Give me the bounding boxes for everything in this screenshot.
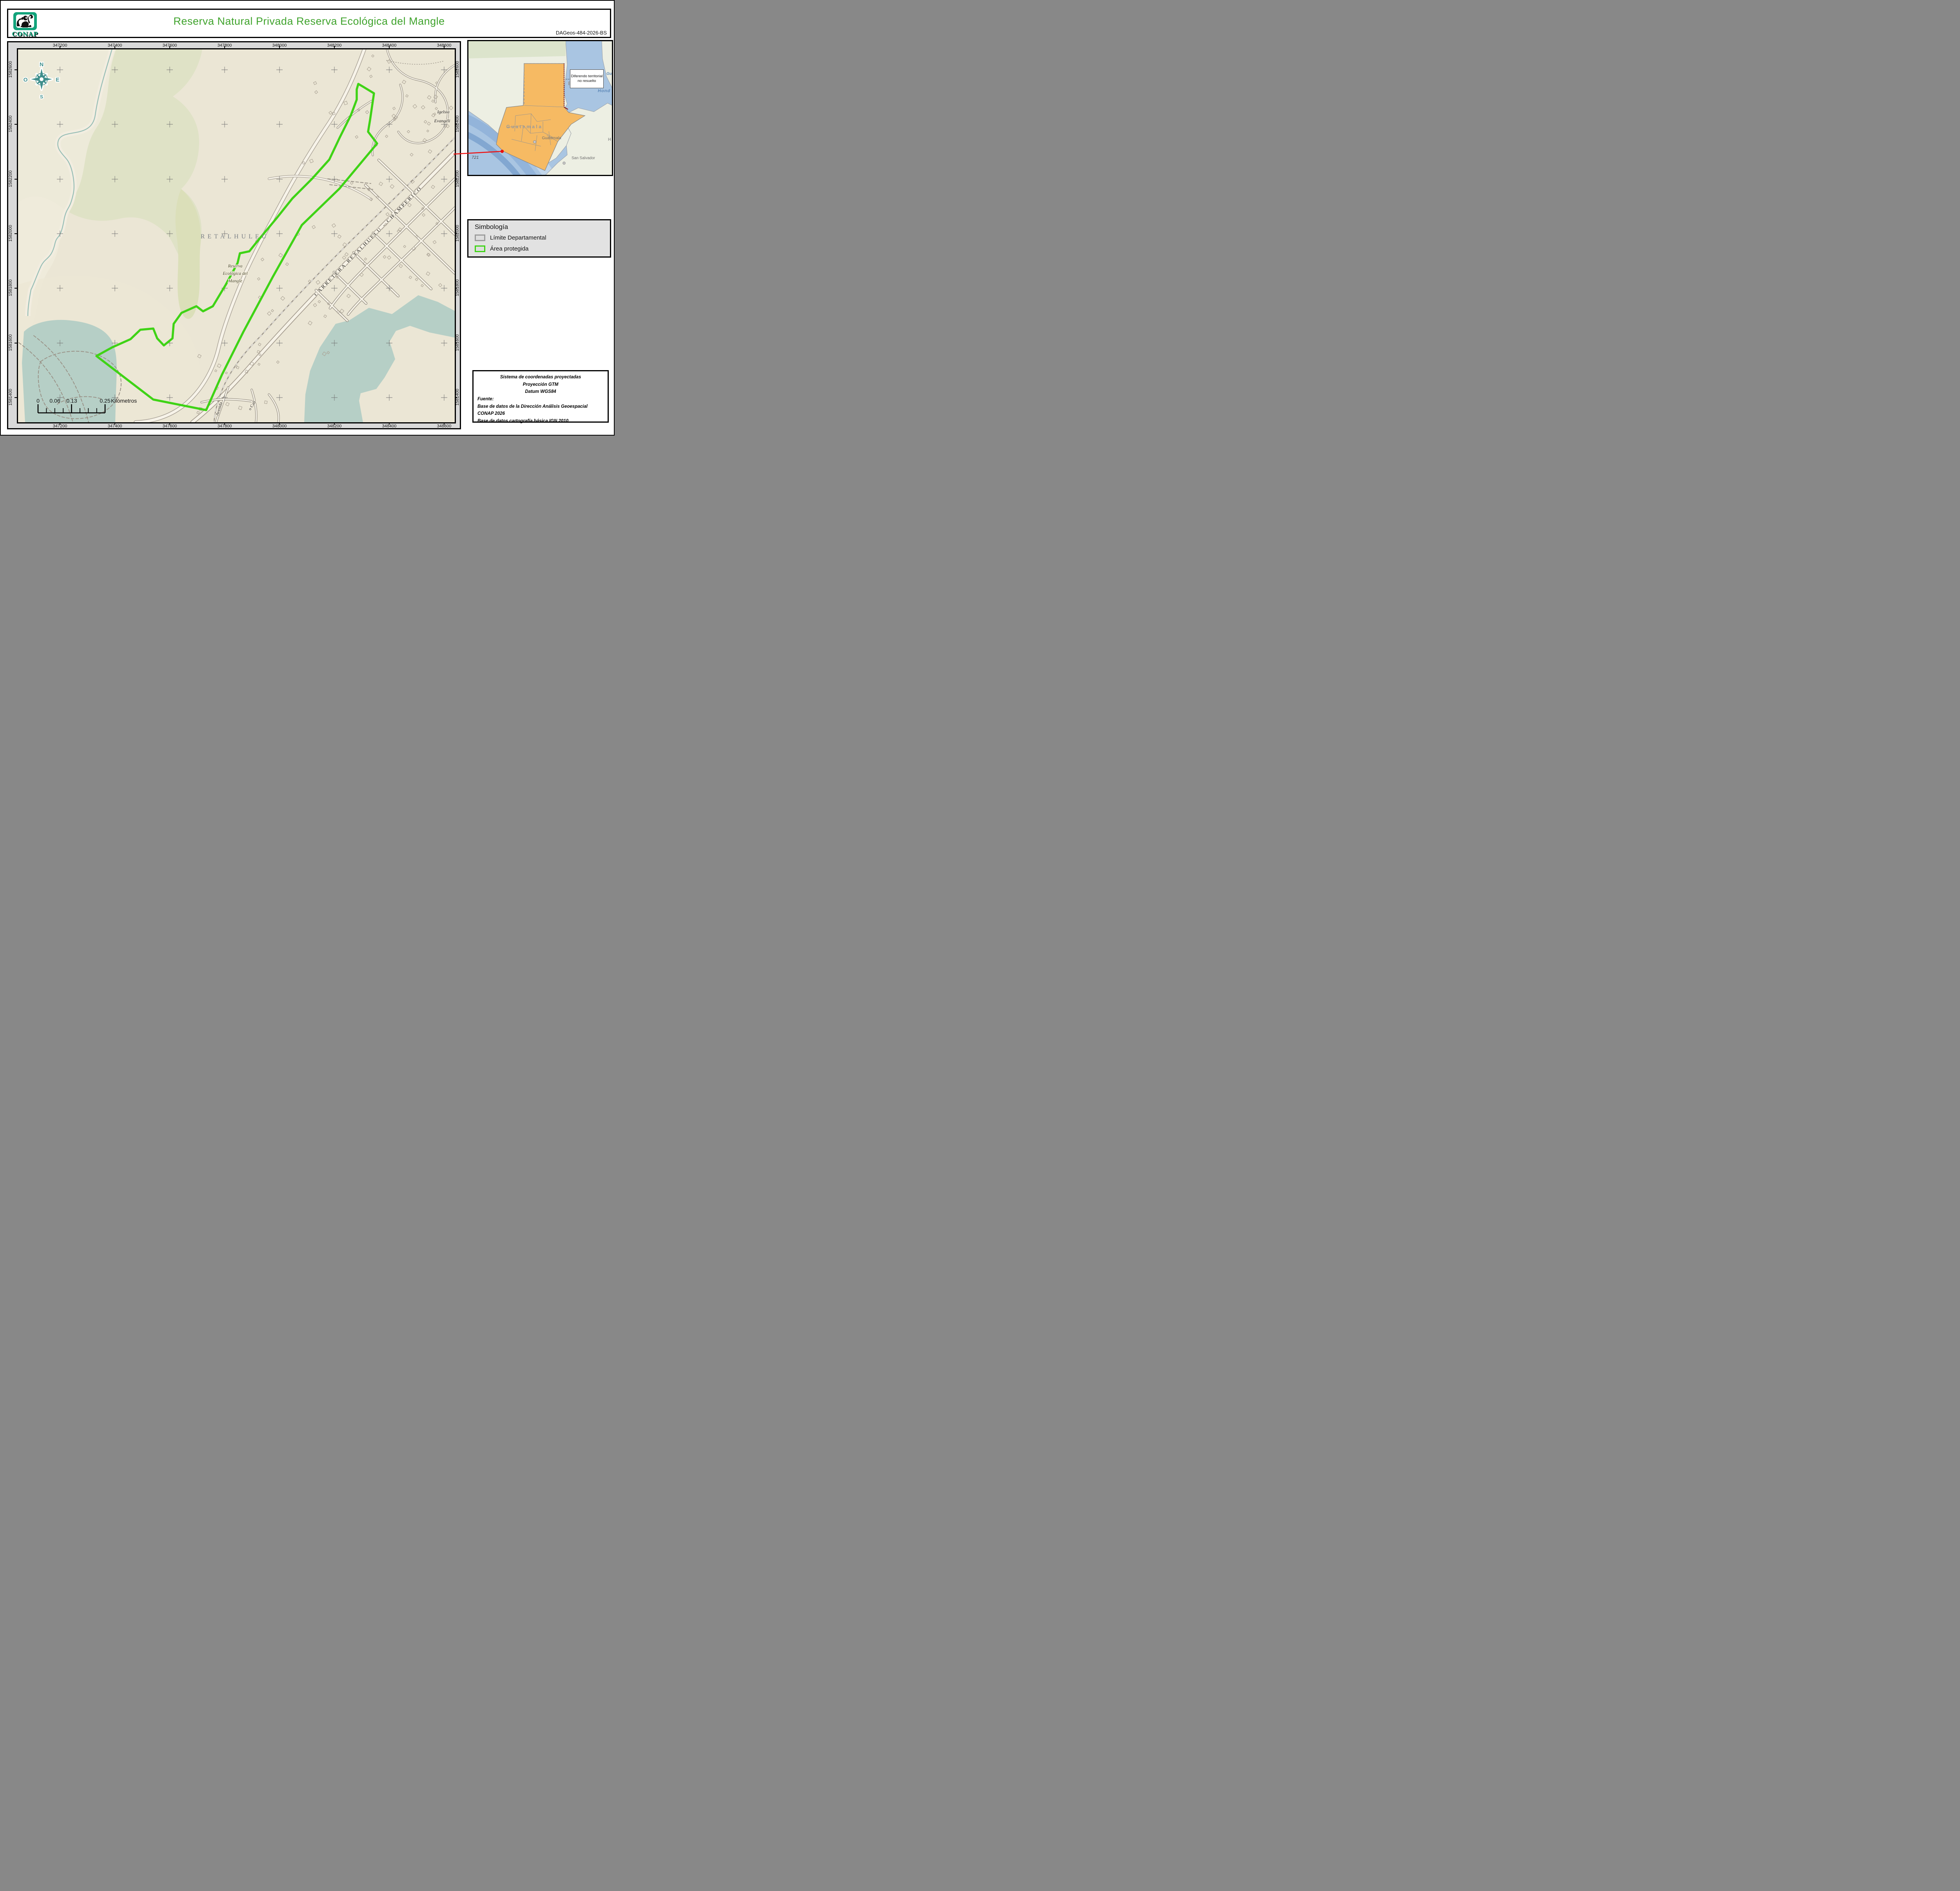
scale-tick-025: 0.25 xyxy=(100,398,110,404)
coordinate-tick xyxy=(389,46,390,48)
coordinate-tick xyxy=(444,422,445,425)
coordinate-tick xyxy=(169,46,170,48)
highway-label: CARRETERA RETALHUELU - CHAMPERICO xyxy=(313,185,423,297)
coordinate-tick xyxy=(455,179,457,180)
credits-box: Sistema de coordenadas proyectadas Proye… xyxy=(472,370,609,423)
territorial-dispute-note: Diferendo territorial no resuelto xyxy=(570,69,604,88)
reserve-label-line1: Reserva xyxy=(227,264,242,269)
y-axis-label-left: 1581600 xyxy=(8,333,13,352)
coordinate-tick xyxy=(15,233,17,234)
source-line-1: Base de datos de la Dirección Análisis G… xyxy=(477,403,604,411)
protected-area-swatch xyxy=(475,245,485,252)
map-frame: N S E O RETALHULEU Reserva Ecológica del… xyxy=(7,41,461,429)
scale-unit-label: Kilómetros xyxy=(111,398,137,404)
scale-tick-013: 0.13 xyxy=(66,398,77,404)
coordinate-tick xyxy=(15,179,17,180)
coordinate-tick xyxy=(169,422,170,425)
y-axis-label-left: 1581800 xyxy=(8,278,13,297)
main-map-canvas: N S E O RETALHULEU Reserva Ecológica del… xyxy=(18,49,455,422)
header: CONAP Reserva Natural Privada Reserva Ec… xyxy=(7,9,611,38)
legend-label-departmental: Límite Departamental xyxy=(490,234,546,241)
legend-item-protected: Área protegida xyxy=(475,245,528,252)
datum-line: Datum WGS84 xyxy=(477,388,604,396)
inset-map-canvas: Guatemala B Guatemala San Salvador Ho Gu… xyxy=(468,41,612,175)
compass-s-label: S xyxy=(40,94,43,100)
source-line-3: Base de datos cartografía básica IGN 201… xyxy=(477,418,604,425)
reserve-label-line2: Ecológica del xyxy=(222,271,248,276)
coordinate-tick xyxy=(455,124,457,125)
scale-tick-0: 0 xyxy=(36,398,40,404)
coordinate-tick xyxy=(224,422,225,425)
inset-gulf-label2: Hond xyxy=(598,89,610,93)
coordinate-tick xyxy=(444,46,445,48)
coordinate-tick xyxy=(334,422,335,425)
projection-line: Proyección GTM xyxy=(477,381,604,389)
coordinate-tick xyxy=(455,397,457,398)
compass-o-label: O xyxy=(24,76,28,83)
coordinate-tick xyxy=(114,46,115,48)
coordinate-tick xyxy=(455,233,457,234)
coordinate-tick xyxy=(279,422,280,425)
conap-wordmark: CONAP xyxy=(11,31,39,38)
compass-e-label: E xyxy=(56,76,59,83)
conap-logo: CONAP xyxy=(11,12,39,38)
location-inset-map: Guatemala B Guatemala San Salvador Ho Gu… xyxy=(467,40,613,176)
y-axis-label-left: 1582000 xyxy=(8,224,13,243)
page-title: Reserva Natural Privada Reserva Ecológic… xyxy=(55,15,563,27)
y-axis-label-left: 1581400 xyxy=(8,388,13,407)
inset-city-label: Guatemala xyxy=(542,136,561,140)
source-line-2: CONAP 2026 xyxy=(477,410,604,418)
inset-san-salvador-label: San Salvador xyxy=(572,156,595,160)
y-axis-label-left: 1582400 xyxy=(8,114,13,133)
church-label-line1: Igelsia xyxy=(437,110,450,114)
inset-country-label: Guatemala xyxy=(506,124,543,129)
inset-gulf-label1: Gu xyxy=(606,72,612,76)
reserve-label-line3: Mangle xyxy=(228,279,242,283)
main-map: N S E O RETALHULEU Reserva Ecológica del… xyxy=(18,49,455,422)
coordinate-tick xyxy=(334,46,335,48)
church-label-line2: Evangéli xyxy=(434,119,450,124)
departmental-boundary-swatch xyxy=(475,234,485,241)
coordinate-tick xyxy=(455,288,457,289)
map-document-page: CONAP Reserva Natural Privada Reserva Ec… xyxy=(0,0,615,436)
coordinate-tick xyxy=(15,69,17,70)
document-code: DAGeos-484-2026-BS xyxy=(556,30,607,36)
compass-n-label: N xyxy=(40,61,44,67)
y-axis-label-left: 1582600 xyxy=(8,60,13,79)
legend-label-protected: Área protegida xyxy=(490,245,528,252)
coordinate-tick xyxy=(455,69,457,70)
inset-depth-label: 721 xyxy=(472,155,479,160)
scale-tick-006: 0.06 xyxy=(49,398,60,404)
inset-honduras-partial-label: Ho xyxy=(608,137,612,142)
map-neatline: N S E O RETALHULEU Reserva Ecológica del… xyxy=(17,48,456,423)
coordinate-tick xyxy=(15,397,17,398)
coordinate-tick xyxy=(114,422,115,425)
coordinate-tick xyxy=(224,46,225,48)
department-label: RETALHULEU xyxy=(201,233,269,240)
crs-line: Sistema de coordenadas proyectadas xyxy=(477,374,604,381)
y-axis-label-left: 1582200 xyxy=(8,169,13,188)
coordinate-tick xyxy=(15,124,17,125)
fuente-label: Fuente: xyxy=(477,396,604,403)
legend: Simbología Límite Departamental Área pro… xyxy=(467,219,611,258)
coordinate-tick xyxy=(389,422,390,425)
coordinate-tick xyxy=(279,46,280,48)
coordinate-tick xyxy=(15,288,17,289)
legend-item-departmental: Límite Departamental xyxy=(475,234,546,241)
legend-title: Simbología xyxy=(475,223,508,231)
